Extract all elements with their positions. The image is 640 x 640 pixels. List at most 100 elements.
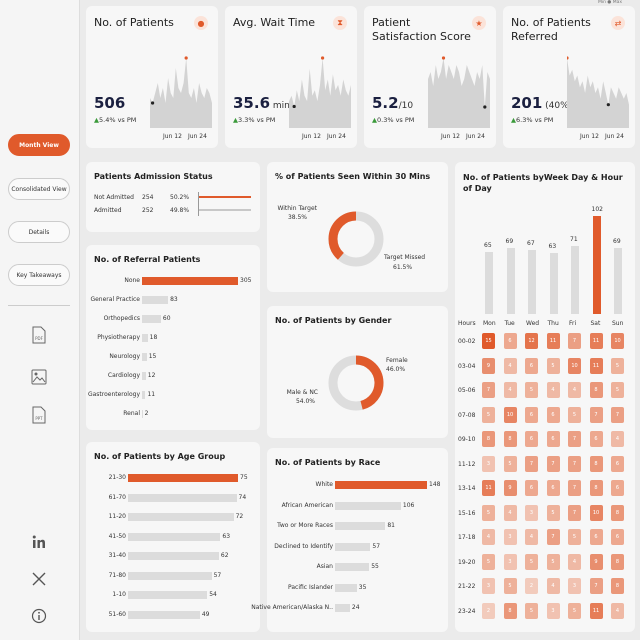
- kpi-x-end-2: Jun 24: [466, 133, 485, 140]
- kpi-x-start-1: Jun 12: [302, 133, 321, 140]
- race-value-2: 81: [387, 522, 395, 529]
- age-value-4: 62: [220, 552, 229, 559]
- kpi-value-2: 5.2/10: [372, 94, 413, 112]
- consolidated-view-button[interactable]: Consolidated View: [8, 178, 70, 200]
- heatmap-cell-10-0: 3: [482, 578, 495, 594]
- age-label-5: 71-80: [108, 571, 126, 579]
- seen30-missed-pct: 61.5%: [393, 264, 413, 271]
- admission-bar-1: [199, 209, 251, 211]
- seen30-within-label: Within Target: [277, 205, 317, 212]
- age-card: No. of Patients by Age Group 21-30 75 61-7…: [86, 442, 260, 632]
- heatmap-cell-9-3: 5: [546, 553, 560, 570]
- admission-label-1: Admitted: [94, 207, 122, 214]
- referral-bar-4: [142, 353, 147, 361]
- heatmap-cell-2-5: 8: [589, 382, 603, 398]
- kpi-trend-min-2: [483, 105, 487, 109]
- details-button[interactable]: Details: [8, 221, 70, 243]
- day-total-bar-2: [528, 249, 536, 314]
- referral-value-3: 18: [149, 334, 158, 341]
- kpi-value-num-3: 201: [511, 94, 543, 112]
- heatmap-cell-4-2: 6: [525, 431, 538, 447]
- seen30-within-pct: 38.5%: [287, 214, 307, 221]
- admission-pct-0: 50.2%: [170, 194, 190, 201]
- referral-label-2: Orthopedics: [103, 315, 140, 322]
- heatmap-cell-6-5: 8: [589, 480, 603, 496]
- kpi-value-num-1: 35.6: [233, 94, 271, 112]
- race-value-0: 148: [429, 481, 441, 488]
- day-total-bar-0: [485, 251, 493, 314]
- heatmap-cell-9-1: 3: [503, 553, 517, 570]
- referral-label-5: Cardiology: [107, 372, 140, 379]
- heatmap-cell-2-4: 4: [568, 382, 581, 398]
- age-title: No. of Patients by Age Group: [94, 452, 226, 461]
- heatmap-cell-4-1: 8: [503, 431, 517, 447]
- kpi-x-end-1: Jun 24: [327, 133, 346, 140]
- admission-count-0: 254: [142, 194, 154, 201]
- star-icon: ★: [472, 16, 486, 30]
- age-value-3: 63: [222, 532, 231, 540]
- heatmap-cell-11-1: 8: [503, 602, 517, 619]
- kpi-trend-2: [428, 56, 490, 128]
- hour-label-8: 17-18: [458, 534, 476, 541]
- kpi-delta-text-1: 3.3% vs PM: [238, 116, 276, 124]
- heatmap-cell-4-3: 6: [546, 431, 560, 447]
- age-bar-1: [128, 493, 237, 502]
- age-bar-3: [128, 532, 221, 541]
- heatmap-cell-6-2: 6: [525, 480, 538, 496]
- kpi-x-start-2: Jun 12: [441, 133, 460, 140]
- heatmap-cell-1-5: 11: [589, 357, 603, 374]
- image-icon[interactable]: [30, 368, 48, 386]
- kpi-trend-max-3: [567, 56, 569, 60]
- day-label-0: Mon: [483, 320, 496, 327]
- heatmap-cell-4-4: 7: [568, 431, 581, 447]
- hour-label-5: 11-12: [458, 460, 476, 468]
- kpi-trend-1: [289, 56, 351, 128]
- kpi-title-3: No. of Patients Referred: [511, 16, 591, 43]
- heatmap-cell-3-4: 5: [568, 406, 581, 423]
- kpi-x-end-0: Jun 24: [188, 133, 207, 140]
- referral-bar-3: [142, 334, 148, 342]
- kpi-trend-min-3: [606, 103, 610, 107]
- heatmap-cell-1-3: 5: [546, 357, 560, 374]
- pdf-icon[interactable]: PDF: [30, 326, 48, 344]
- day-total-bar-5: [592, 216, 601, 314]
- ppt-icon[interactable]: PPT: [30, 406, 48, 424]
- age-label-0: 21-30: [108, 474, 126, 481]
- heatmap-cell-4-6: 4: [611, 431, 624, 447]
- gender-male-label: Male & NC: [286, 389, 318, 396]
- linkedin-icon[interactable]: [30, 533, 48, 551]
- kpi-trend-area-2: [428, 58, 490, 128]
- race-title: No. of Patients by Race: [275, 458, 381, 467]
- admission-card: Patients Admission Status Not Admitted 2…: [86, 162, 260, 232]
- gender-donut: [328, 355, 384, 411]
- referral-bar-7: [142, 410, 143, 418]
- day-total-bar-1: [506, 247, 515, 314]
- day-total-value-1: 69: [505, 237, 514, 245]
- heatmap-cell-5-1: 5: [503, 455, 517, 472]
- race-label-0: White: [315, 481, 333, 488]
- info-icon[interactable]: [30, 607, 48, 625]
- heatmap-cell-7-2: 3: [525, 504, 538, 521]
- referral-value-7: 2: [144, 410, 149, 417]
- heatmap-cell-0-2: 12: [525, 333, 538, 349]
- seen30-title: % of Patients Seen Within 30 Mins: [275, 172, 431, 181]
- heatmap-cell-1-6: 5: [611, 357, 624, 374]
- kpi-trend-0: [150, 56, 212, 128]
- heatmap-cell-10-5: 7: [589, 578, 603, 594]
- age-bar-5: [128, 571, 212, 580]
- heatmap-cell-6-3: 6: [546, 480, 560, 496]
- race-bar-3: [335, 542, 371, 551]
- day-total-value-6: 69: [613, 237, 621, 245]
- heatmap-cell-10-1: 5: [503, 578, 517, 594]
- kpi-title-0: No. of Patients: [94, 16, 174, 29]
- x-twitter-icon[interactable]: [30, 570, 48, 588]
- race-bar-2: [335, 522, 386, 530]
- heatmap-cell-9-5: 9: [589, 553, 603, 570]
- heatmap-cell-11-0: 2: [482, 602, 495, 619]
- key-takeaways-button[interactable]: Key Takeaways: [8, 264, 70, 286]
- hour-label-1: 03-04: [458, 362, 476, 370]
- referral-value-0: 305: [240, 277, 252, 284]
- month-view-button[interactable]: Month View: [8, 134, 70, 156]
- heatmap-cell-2-3: 4: [546, 382, 560, 398]
- kpi-trend-3: [567, 56, 629, 128]
